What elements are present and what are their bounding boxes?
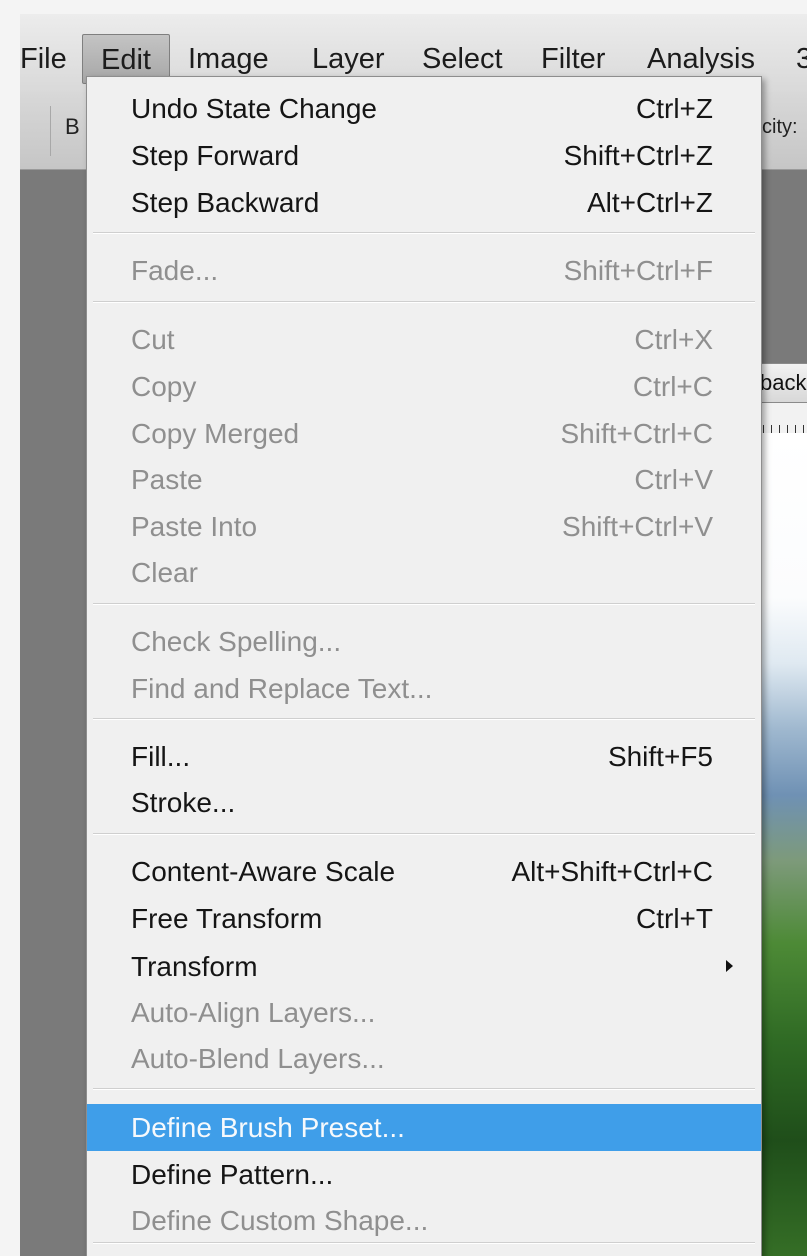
menu-item-label: Fill... (131, 741, 191, 772)
menu-item-shortcut: Shift+Ctrl+C (560, 418, 714, 449)
menu-file[interactable]: File (20, 34, 67, 84)
menu-item-label: Free Transform (131, 903, 323, 934)
menu-item-label: Step Forward (131, 140, 300, 171)
menu-item-shortcut: Alt+Shift+Ctrl+C (511, 856, 713, 887)
menu-item-shortcut: Ctrl+Z (636, 93, 713, 124)
menu-item-find-and-replace-text[interactable]: Find and Replace Text... (87, 665, 761, 712)
menu-item-label: Copy (131, 371, 197, 402)
menu-separator (93, 718, 755, 720)
menu-item-label: Auto-Align Layers... (131, 997, 376, 1028)
menu-item-stroke[interactable]: Stroke... (87, 779, 761, 826)
menu-item-shortcut: Ctrl+V (634, 464, 713, 495)
menu-item-label: Paste Into (131, 511, 258, 542)
menu-item-label: Clear (131, 557, 198, 588)
menu-item-define-custom-shape[interactable]: Define Custom Shape... (87, 1197, 761, 1244)
menu-item-label: Define Brush Preset... (131, 1112, 405, 1143)
opacity-label: city: (762, 116, 798, 138)
menu-item-label: Auto-Blend Layers... (131, 1043, 385, 1074)
menu-item-label: Content-Aware Scale (131, 856, 396, 887)
menu-item-shortcut: Shift+Ctrl+V (562, 511, 713, 542)
menu-item-shortcut: Ctrl+T (636, 903, 713, 934)
menu-item-label: Cut (131, 324, 175, 355)
menu-item-transform[interactable]: Transform (87, 943, 761, 990)
menu-item-shortcut: Shift+Ctrl+F (563, 255, 713, 286)
menu-item-label: Fade... (131, 255, 219, 286)
menu-item-fade[interactable]: Fade... Shift+Ctrl+F (87, 247, 761, 294)
brush-option-label[interactable]: B (65, 114, 80, 140)
menu-item-copy[interactable]: Copy Ctrl+C (87, 363, 761, 410)
menu-item-clear[interactable]: Clear (87, 549, 761, 596)
horizontal-ruler (755, 403, 807, 433)
menu-item-label: Find and Replace Text... (131, 673, 433, 704)
photoshop-window: File Edit Image Layer Select Filter Anal… (0, 0, 807, 1256)
menu-item-content-aware-scale[interactable]: Content-Aware Scale Alt+Shift+Ctrl+C (87, 848, 761, 895)
menu-item-fill[interactable]: Fill... Shift+F5 (87, 733, 761, 780)
menu-item-label: Stroke... (131, 787, 236, 818)
menu-separator (93, 1242, 755, 1244)
menu-item-check-spelling[interactable]: Check Spelling... (87, 618, 761, 665)
menu-item-undo-state-change[interactable]: Undo State Change Ctrl+Z (87, 85, 761, 132)
options-separator (50, 106, 51, 156)
menu-item-label: Undo State Change (131, 93, 377, 124)
menu-separator (93, 833, 755, 835)
edit-menu-dropdown: Undo State Change Ctrl+Z Step Forward Shift… (86, 76, 762, 1256)
menu-item-define-brush-preset[interactable]: Define Brush Preset... (87, 1104, 761, 1151)
menu-item-shortcut: Shift+Ctrl+Z (563, 140, 713, 171)
menu-item-define-pattern[interactable]: Define Pattern... (87, 1151, 761, 1198)
menu-item-label: Define Custom Shape... (131, 1205, 429, 1236)
menu-item-copy-merged[interactable]: Copy Merged Shift+Ctrl+C (87, 410, 761, 457)
menu-3d[interactable]: 3 (796, 34, 807, 84)
menu-separator (93, 603, 755, 605)
menu-item-label: Transform (131, 951, 258, 982)
menu-item-shortcut: Ctrl+C (632, 371, 713, 402)
menu-separator (93, 232, 755, 234)
canvas-image (755, 433, 807, 1256)
menu-item-free-transform[interactable]: Free Transform Ctrl+T (87, 895, 761, 942)
menu-item-step-backward[interactable]: Step Backward Alt+Ctrl+Z (87, 179, 761, 226)
menu-item-shortcut: Ctrl+X (634, 324, 713, 355)
menu-item-paste-into[interactable]: Paste Into Shift+Ctrl+V (87, 503, 761, 550)
menu-separator (93, 301, 755, 303)
menu-item-label: Step Backward (131, 187, 320, 218)
menu-separator (93, 1088, 755, 1090)
menu-item-auto-blend-layers[interactable]: Auto-Blend Layers... (87, 1035, 761, 1082)
menu-item-label: Paste (131, 464, 203, 495)
menu-item-shortcut: Alt+Ctrl+Z (586, 187, 713, 218)
window-edge (0, 0, 20, 1256)
menu-item-cut[interactable]: Cut Ctrl+X (87, 316, 761, 363)
document-tab[interactable]: back (755, 363, 807, 403)
menu-item-shortcut: Shift+F5 (607, 741, 713, 772)
menu-item-auto-align-layers[interactable]: Auto-Align Layers... (87, 989, 761, 1036)
menu-item-label: Check Spelling... (131, 626, 342, 657)
submenu-arrow-icon (726, 960, 733, 972)
menu-item-label: Define Pattern... (131, 1159, 334, 1190)
menu-item-label: Copy Merged (131, 418, 300, 449)
menu-item-step-forward[interactable]: Step Forward Shift+Ctrl+Z (87, 132, 761, 179)
menu-item-paste[interactable]: Paste Ctrl+V (87, 456, 761, 503)
